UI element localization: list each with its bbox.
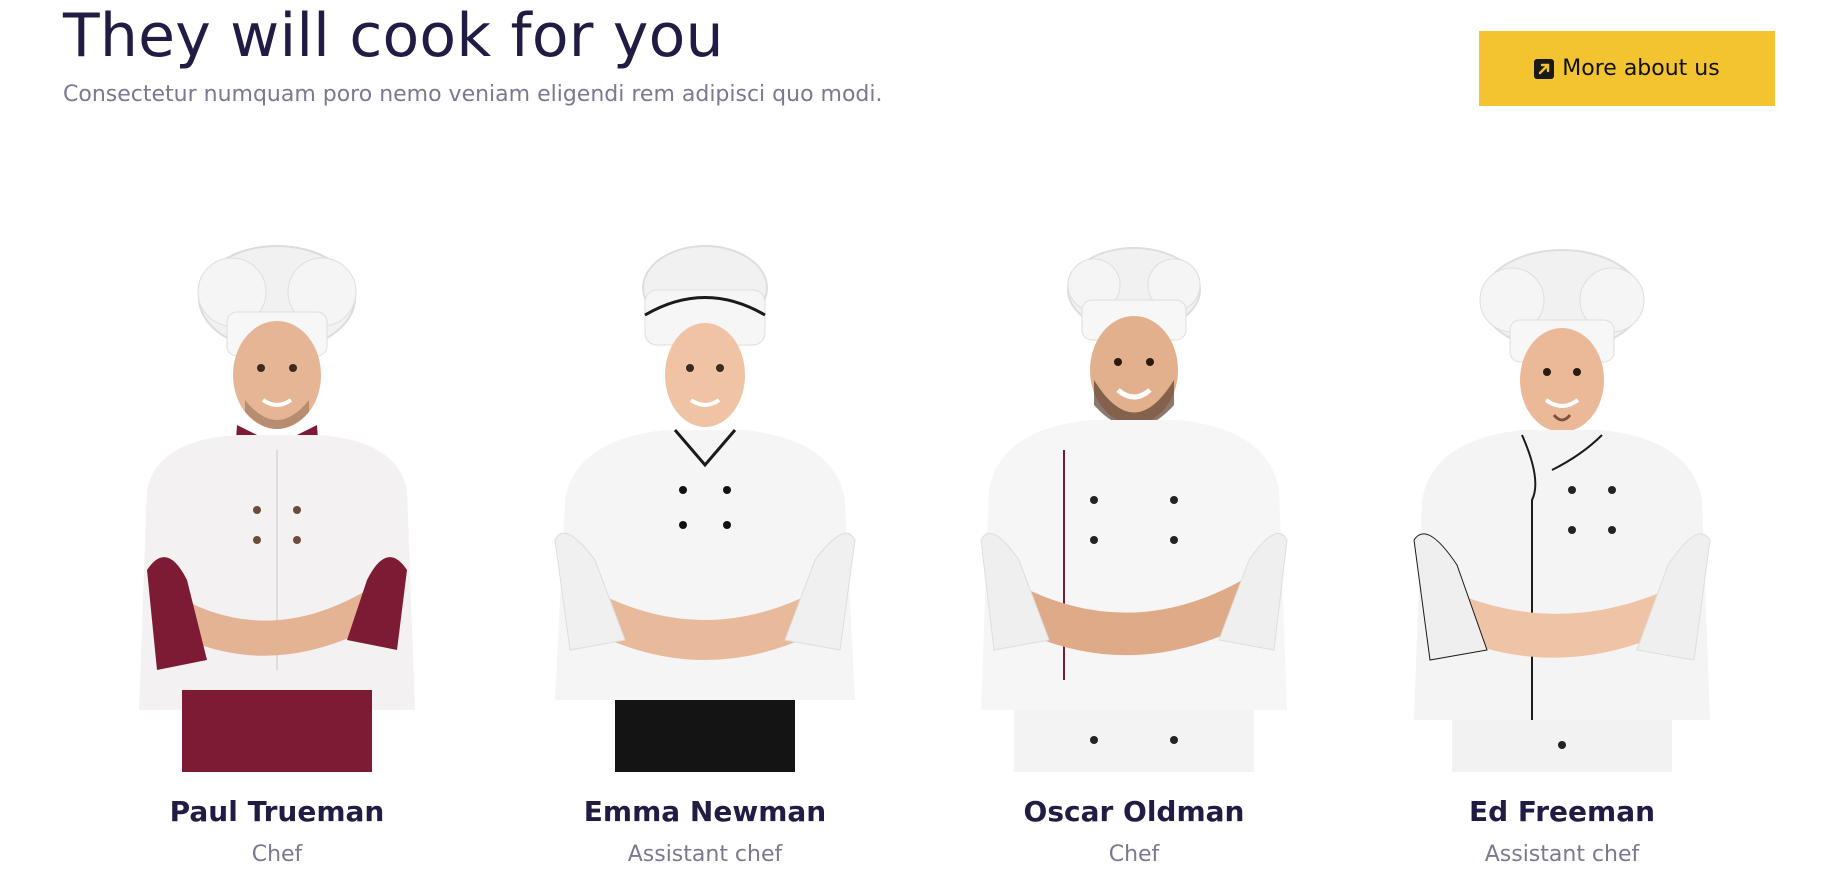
- team-member: Emma Newman Assistant chef: [505, 240, 905, 867]
- member-name: Paul Trueman: [169, 795, 385, 828]
- team-member: Paul Trueman Chef: [77, 240, 477, 867]
- chef-photo: [139, 245, 415, 772]
- member-name: Emma Newman: [583, 795, 827, 828]
- member-name: Oscar Oldman: [1023, 795, 1245, 828]
- section-title: They will cook for you: [63, 1, 724, 71]
- external-link-icon: [1534, 58, 1555, 79]
- page: They will cook for you Consectetur numqu…: [0, 0, 1831, 882]
- member-role: Chef: [251, 842, 303, 867]
- chef-photo: [1413, 249, 1711, 772]
- team-member: Ed Freeman Assistant chef: [1362, 240, 1762, 867]
- member-role: Chef: [1108, 842, 1160, 867]
- member-role: Assistant chef: [1484, 842, 1640, 867]
- team-member: Oscar Oldman Chef: [934, 240, 1334, 867]
- member-name: Ed Freeman: [1468, 795, 1656, 828]
- team-grid: Paul Trueman Chef Emma Newman Assistant …: [0, 240, 1831, 882]
- member-role: Assistant chef: [627, 842, 783, 867]
- chef-photo: [554, 245, 856, 772]
- chef-photo: [980, 247, 1288, 772]
- more-about-us-label: More about us: [1562, 56, 1720, 81]
- section-header: They will cook for you Consectetur numqu…: [63, 0, 883, 107]
- section-subtitle: Consectetur numquam poro nemo veniam eli…: [63, 82, 883, 107]
- more-about-us-button[interactable]: More about us: [1479, 31, 1775, 106]
